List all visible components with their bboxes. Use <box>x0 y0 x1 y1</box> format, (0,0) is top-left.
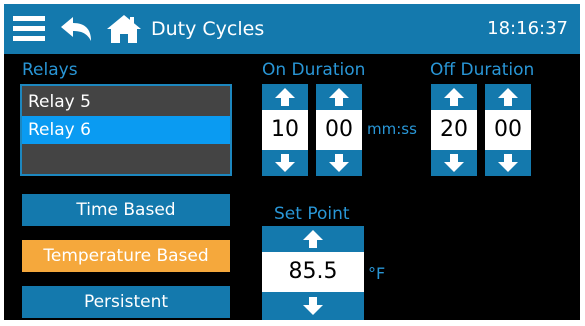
on-minutes-stepper: 10 <box>262 84 308 176</box>
arrow-down-icon[interactable] <box>431 150 477 176</box>
persistent-button[interactable]: Persistent <box>22 286 230 318</box>
arrow-up-icon[interactable] <box>316 84 362 110</box>
arrow-down-icon[interactable] <box>485 150 531 176</box>
screen: Duty Cycles 18:16:37 Relays Relay 5 Rela… <box>4 4 580 320</box>
set-point-stepper: 85.5 <box>262 226 364 320</box>
off-duration-label: Off Duration <box>430 60 535 80</box>
on-seconds-stepper: 00 <box>316 84 362 176</box>
list-item-selected[interactable]: Relay 6 <box>22 116 230 144</box>
set-point-unit: °F <box>368 264 386 283</box>
arrow-up-icon[interactable] <box>431 84 477 110</box>
arrow-down-icon[interactable] <box>262 150 308 176</box>
relays-label: Relays <box>22 60 78 80</box>
back-icon[interactable] <box>58 4 94 54</box>
home-icon[interactable] <box>105 4 143 54</box>
set-point-value[interactable]: 85.5 <box>262 252 364 292</box>
list-item[interactable]: Relay 5 <box>22 88 230 116</box>
on-duration-label: On Duration <box>262 60 366 80</box>
temperature-based-button[interactable]: Temperature Based <box>22 240 230 272</box>
arrow-up-icon[interactable] <box>262 226 364 252</box>
page-title: Duty Cycles <box>151 18 265 40</box>
time-based-button[interactable]: Time Based <box>22 194 230 226</box>
arrow-up-icon[interactable] <box>262 84 308 110</box>
relay-label: Relay 6 <box>28 120 91 140</box>
off-minutes-stepper: 20 <box>431 84 477 176</box>
off-minutes-value[interactable]: 20 <box>431 110 477 150</box>
arrow-down-icon[interactable] <box>316 150 362 176</box>
menu-icon[interactable] <box>12 4 46 54</box>
on-minutes-value[interactable]: 10 <box>262 110 308 150</box>
set-point-label: Set Point <box>274 204 350 224</box>
top-bar: Duty Cycles 18:16:37 <box>4 4 580 54</box>
off-seconds-stepper: 00 <box>485 84 531 176</box>
arrow-up-icon[interactable] <box>485 84 531 110</box>
relay-label: Relay 5 <box>28 92 91 112</box>
relay-list[interactable]: Relay 5 Relay 6 <box>20 84 232 176</box>
clock: 18:16:37 <box>487 18 568 39</box>
off-seconds-value[interactable]: 00 <box>485 110 531 150</box>
duration-unit-label: mm:ss <box>367 120 417 138</box>
arrow-down-icon[interactable] <box>262 292 364 320</box>
on-seconds-value[interactable]: 00 <box>316 110 362 150</box>
